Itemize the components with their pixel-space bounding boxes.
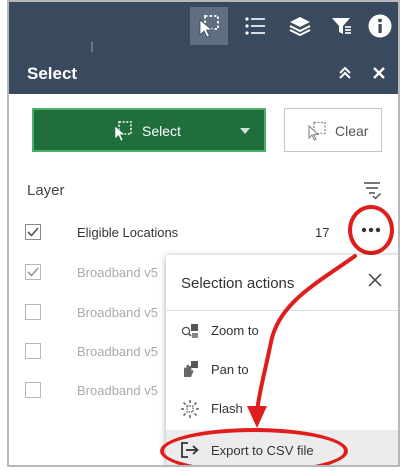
clear-button-label: Clear	[335, 123, 369, 139]
info-icon	[368, 14, 392, 38]
top-toolbar	[9, 2, 398, 52]
panel-title: Select	[27, 64, 78, 83]
layer-checkbox[interactable]	[25, 382, 41, 398]
select-button-label: Select	[142, 123, 181, 139]
layer-name: Broadband v5	[77, 305, 158, 320]
menu-item-zoom-to[interactable]: Zoom to	[166, 312, 398, 350]
more-actions-button[interactable]	[348, 205, 394, 255]
layer-filter-icon[interactable]	[362, 180, 382, 200]
check-icon	[27, 227, 39, 237]
select-tool-button[interactable]	[190, 7, 228, 45]
layers-tool-button[interactable]	[281, 7, 319, 45]
pan-to-icon	[184, 361, 198, 377]
collapse-icon[interactable]	[336, 64, 354, 82]
list-tool-button[interactable]	[236, 7, 274, 45]
layer-checkbox[interactable]	[25, 224, 41, 240]
app-frame: Select Select Clear Layer Eligible Locat…	[7, 0, 400, 467]
menu-item-pan-to[interactable]: Pan to	[166, 351, 398, 389]
layer-name: Broadband v5	[77, 265, 158, 280]
layer-checkbox[interactable]	[25, 304, 41, 320]
selection-count: 17	[315, 225, 330, 240]
select-tool-icon	[114, 121, 132, 142]
more-icon	[361, 227, 381, 233]
toolbar-seam	[91, 42, 93, 52]
select-tool-icon	[199, 15, 219, 38]
layer-checkbox[interactable]	[25, 264, 41, 280]
select-button[interactable]: Select	[32, 108, 266, 152]
layer-name: Broadband v5	[77, 344, 158, 359]
clear-button[interactable]: Clear	[284, 108, 382, 152]
panel-header: Select	[9, 52, 398, 94]
filter-tool-button[interactable]	[322, 7, 360, 45]
caret-down-icon[interactable]	[240, 128, 250, 134]
layers-icon	[289, 17, 311, 37]
menu-divider	[166, 310, 398, 311]
menu-item-label: Flash	[211, 401, 243, 416]
zoom-to-icon	[181, 324, 198, 338]
list-icon	[245, 17, 265, 35]
layer-heading: Layer	[27, 182, 65, 199]
flash-icon	[181, 400, 199, 418]
menu-title: Selection actions	[181, 275, 295, 292]
close-icon[interactable]	[367, 272, 383, 288]
layer-name: Broadband v5	[77, 383, 158, 398]
export-highlight-ring	[160, 428, 348, 465]
layer-checkbox[interactable]	[25, 343, 41, 359]
selection-actions-menu: Selection actions Zoom to Pan to Flash E…	[160, 255, 398, 465]
menu-item-label: Zoom to	[211, 323, 259, 338]
clear-selection-icon	[308, 121, 326, 141]
close-icon[interactable]	[370, 64, 388, 82]
menu-item-label: Pan to	[211, 362, 249, 377]
filter-icon	[332, 18, 351, 34]
menu-item-flash[interactable]: Flash	[166, 390, 398, 428]
layer-name: Eligible Locations	[77, 225, 179, 240]
check-icon	[27, 267, 39, 277]
info-tool-button[interactable]	[361, 7, 398, 45]
